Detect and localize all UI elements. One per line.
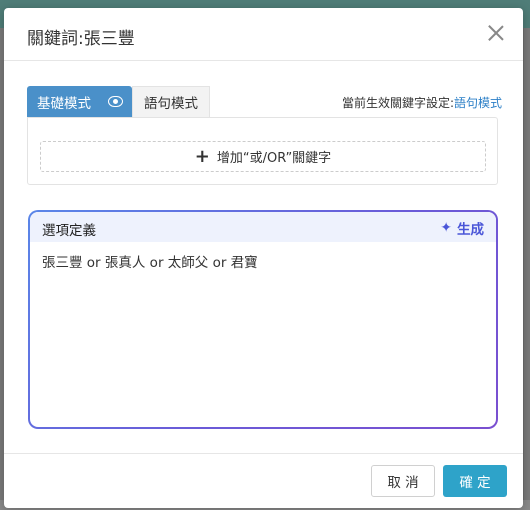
- keyword-panel: + 增加“或/OR”關鍵字: [27, 117, 498, 185]
- add-keyword-label: 增加“或/OR”關鍵字: [216, 151, 332, 166]
- close-icon[interactable]: [487, 24, 505, 42]
- mode-tabs: 基礎模式 語句模式 當前生效關鍵字設定:語句模式: [27, 86, 502, 118]
- cancel-button[interactable]: 取 消: [371, 465, 435, 497]
- current-setting: 當前生效關鍵字設定:語句模式: [342, 94, 502, 111]
- confirm-button[interactable]: 確 定: [443, 465, 507, 497]
- plus-icon: +: [194, 145, 210, 167]
- generate-label: 生成: [457, 222, 484, 238]
- option-definition-title: 選項定義: [42, 223, 96, 239]
- current-setting-prefix: 當前生效關鍵字設定:: [341, 96, 454, 110]
- current-mode-link[interactable]: 語句模式: [454, 96, 502, 110]
- dialog-header: 關鍵詞:張三豐: [4, 8, 523, 61]
- add-or-keyword-button[interactable]: + 增加“或/OR”關鍵字: [40, 141, 486, 172]
- background-right: [524, 28, 530, 510]
- tab-basic-label: 基礎模式: [37, 95, 91, 112]
- sparkle-icon: ✦: [440, 220, 452, 236]
- option-definition-header: 選項定義 ✦ 生成: [30, 212, 496, 242]
- dialog-title: 關鍵詞:張三豐: [27, 29, 135, 49]
- option-definition-textarea[interactable]: 張三豐 or 張真人 or 太師父 or 君寶: [42, 251, 258, 271]
- dialog-footer: 取 消 確 定: [4, 453, 523, 509]
- option-definition-box: 選項定義 ✦ 生成 張三豐 or 張真人 or 太師父 or 君寶: [28, 210, 498, 429]
- tab-basic-mode[interactable]: 基礎模式: [27, 86, 132, 117]
- tab-sentence-mode[interactable]: 語句模式: [132, 86, 210, 117]
- generate-button[interactable]: ✦ 生成: [440, 218, 484, 238]
- eye-icon[interactable]: [108, 96, 123, 107]
- tab-sentence-label: 語句模式: [144, 96, 198, 112]
- option-definition-inner: 選項定義 ✦ 生成 張三豐 or 張真人 or 太師父 or 君寶: [30, 212, 496, 427]
- keyword-dialog: 關鍵詞:張三豐 基礎模式 語句模式 當前生效關鍵字設定:語句模式 + 增加“或/…: [4, 8, 523, 508]
